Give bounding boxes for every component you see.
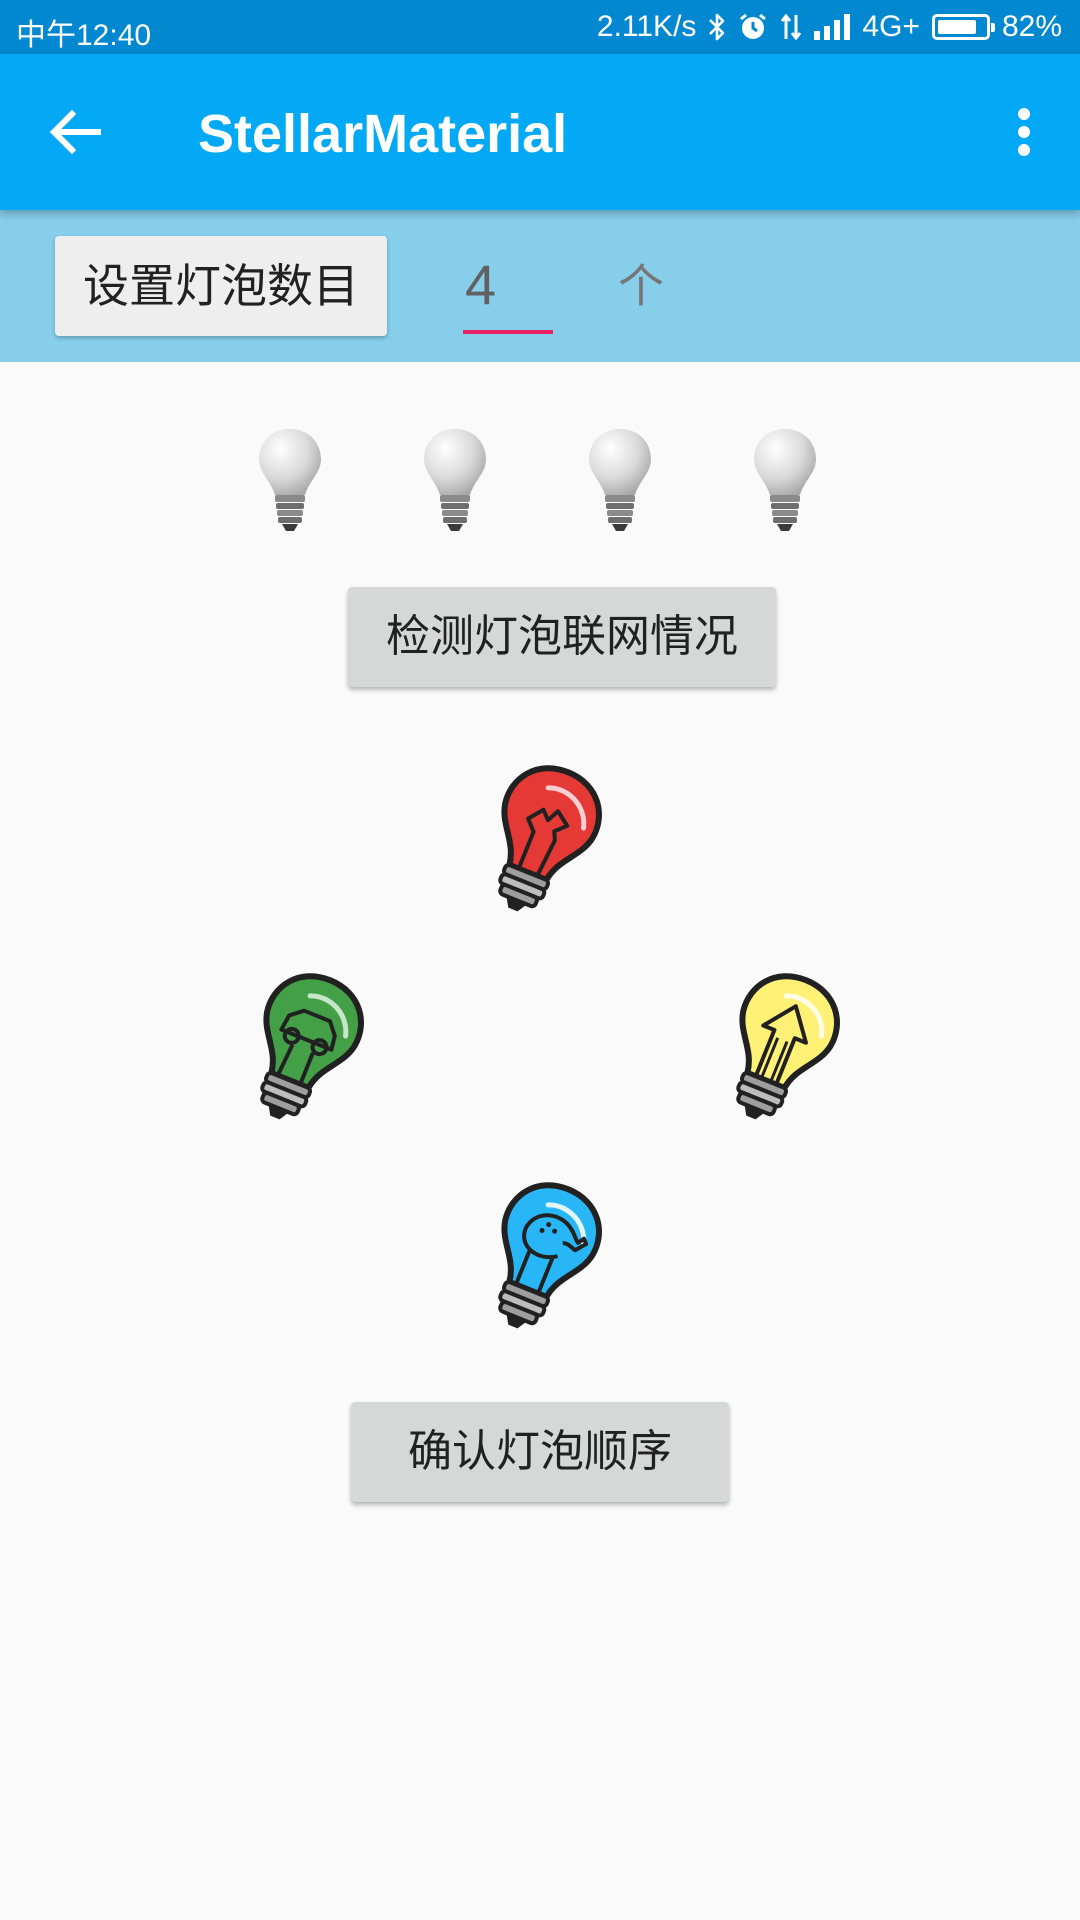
alarm-icon xyxy=(738,12,768,42)
page-title: StellarMaterial xyxy=(198,104,568,164)
gray-lightbulb-icon xyxy=(259,429,321,531)
status-time: 中午12:40 xyxy=(16,19,152,52)
green-bulb-icon xyxy=(260,973,364,1120)
gray-bulb xyxy=(750,425,820,535)
bulb-count-input[interactable]: 4 xyxy=(463,250,555,320)
bulb-count-panel: 设置灯泡数目 4 个 xyxy=(0,210,1080,362)
yellow-bulb[interactable] xyxy=(704,963,854,1133)
more-vert-icon xyxy=(1018,108,1030,156)
status-indicators: 2.11K/s 4G+ 82% xyxy=(597,0,1062,54)
gray-lightbulb-icon xyxy=(589,429,651,531)
battery-icon xyxy=(931,14,995,40)
status-bar: 中午12:40 2.11K/s 4G+ 82% xyxy=(0,0,1080,54)
app-bar: StellarMaterial xyxy=(0,54,1080,210)
network-type: 4G+ xyxy=(862,10,920,43)
set-bulb-count-button[interactable]: 设置灯泡数目 xyxy=(55,236,387,336)
data-transfer-icon xyxy=(780,12,802,42)
bulb-count-unit: 个 xyxy=(618,259,664,313)
confirm-bulb-order-button[interactable]: 确认灯泡顺序 xyxy=(351,1402,729,1502)
gray-lightbulb-icon xyxy=(424,429,486,531)
bluetooth-icon xyxy=(708,12,726,42)
back-button[interactable] xyxy=(36,96,116,168)
back-arrow-icon xyxy=(49,109,101,155)
battery-level xyxy=(937,20,976,34)
overflow-menu-button[interactable] xyxy=(992,96,1056,168)
gray-bulbs-row xyxy=(0,425,1080,540)
signal-icon xyxy=(814,14,851,40)
screen: 中午12:40 2.11K/s 4G+ 82% StellarMaterial … xyxy=(0,0,1080,1920)
red-bulb[interactable] xyxy=(466,755,616,925)
green-bulb[interactable] xyxy=(228,963,378,1133)
gray-lightbulb-icon xyxy=(754,429,816,531)
yellow-bulb-icon xyxy=(736,973,840,1120)
bulb-count-input-underline xyxy=(463,330,553,334)
gray-bulb xyxy=(585,425,655,535)
red-bulb-icon xyxy=(498,765,602,912)
gray-bulb xyxy=(255,425,325,535)
network-speed: 2.11K/s xyxy=(596,10,697,43)
check-bulb-network-button[interactable]: 检测灯泡联网情况 xyxy=(348,587,776,687)
battery-percent: 82% xyxy=(1001,10,1062,43)
blue-bulb[interactable] xyxy=(466,1172,616,1342)
gray-bulb xyxy=(420,425,490,535)
blue-bulb-icon xyxy=(498,1182,602,1329)
